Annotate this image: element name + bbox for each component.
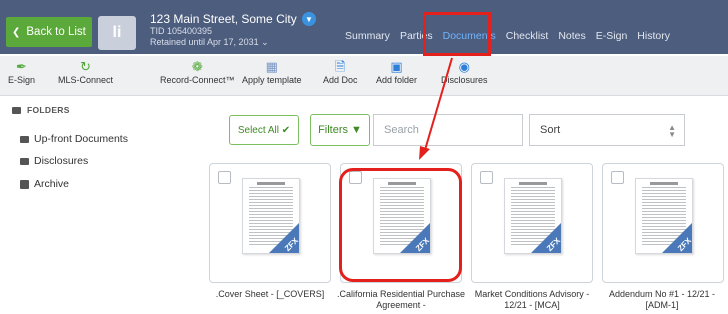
property-info: 123 Main Street, Some City TID 105400395… — [150, 12, 297, 48]
add-doc-icon: 🗎 — [335, 59, 346, 74]
search-input[interactable] — [373, 114, 523, 146]
tab-summary[interactable]: Summary — [340, 29, 395, 43]
back-to-list-label: Back to List — [26, 26, 86, 38]
property-thumbnail-letter: li — [112, 24, 122, 41]
folder-icon — [20, 157, 29, 165]
tab-checklist[interactable]: Checklist — [501, 29, 554, 43]
documents-tab-highlight-box — [423, 12, 491, 56]
record-connect-button[interactable]: ❁ Record-Connect™ — [160, 58, 235, 85]
property-thumbnail: li — [98, 16, 136, 50]
document-title[interactable]: Market Conditions Advisory - 12/21 - [MC… — [467, 289, 597, 311]
tab-history[interactable]: History — [632, 29, 675, 43]
document-card[interactable]: ZFX — [209, 163, 331, 283]
filters-label: Filters — [318, 124, 349, 136]
sidebar-item-label: Archive — [34, 178, 70, 190]
apply-template-label: Apply template — [242, 75, 302, 85]
document-checkbox[interactable] — [480, 171, 493, 184]
archive-icon — [20, 179, 29, 189]
folders-heading: FOLDERS — [12, 105, 70, 115]
grid-icon: ▦ — [265, 59, 278, 74]
folder-icon — [20, 135, 29, 143]
add-folder-icon: ▣ — [390, 59, 403, 74]
tab-bar: Summary Parties Documents Checklist Note… — [340, 29, 675, 43]
document-title[interactable]: .Cover Sheet - [_COVERS] — [205, 289, 335, 300]
mls-connect-button[interactable]: ↻ MLS-Connect — [58, 58, 113, 85]
disclosures-icon: ◉ — [458, 59, 470, 74]
filters-button[interactable]: Filters ▼ — [310, 114, 370, 146]
record-connect-label: Record-Connect™ — [160, 75, 235, 85]
property-address: 123 Main Street, Some City — [150, 12, 297, 26]
record-icon: ❁ — [191, 59, 203, 74]
apply-template-button[interactable]: ▦ Apply template — [242, 58, 302, 85]
sidebar-item-up-front-documents[interactable]: Up-front Documents — [20, 133, 128, 145]
chevron-left-icon: ❮ — [12, 26, 21, 38]
transaction-id: TID 105400395 — [150, 26, 213, 36]
chevron-down-icon[interactable]: ▼ — [302, 12, 316, 26]
back-to-list-button[interactable]: ❮ Back to List — [6, 17, 92, 47]
document-checkbox[interactable] — [218, 171, 231, 184]
document-thumbnail[interactable]: ZFX — [504, 178, 562, 254]
add-doc-button[interactable]: 🗎 Add Doc — [323, 58, 358, 85]
folder-icon — [12, 106, 21, 114]
toolbar: ✒ E-Sign ↻ MLS-Connect ❁ Record-Connect™… — [0, 56, 728, 96]
sidebar-item-label: Disclosures — [34, 155, 89, 167]
document-card[interactable]: ZFX — [602, 163, 724, 283]
link-icon: ↻ — [80, 59, 91, 74]
document-checkbox[interactable] — [611, 171, 624, 184]
pen-icon: ✒ — [16, 59, 27, 74]
folders-heading-label: FOLDERS — [27, 105, 70, 115]
tab-esign[interactable]: E-Sign — [591, 29, 633, 43]
sort-label: Sort — [540, 124, 561, 136]
add-folder-label: Add folder — [376, 75, 418, 85]
folders-sidebar: FOLDERS Up-front Documents Disclosures A… — [0, 97, 200, 314]
mls-connect-label: MLS-Connect — [58, 75, 114, 85]
sidebar-item-archive[interactable]: Archive — [20, 178, 69, 190]
document-highlight-box — [339, 168, 462, 282]
sidebar-item-label: Up-front Documents — [34, 133, 128, 145]
esign-button[interactable]: ✒ E-Sign — [8, 58, 35, 85]
esign-label: E-Sign — [8, 75, 36, 85]
sort-select[interactable]: Sort ▲ ▼ — [529, 114, 685, 146]
disclosures-label: Disclosures — [441, 75, 488, 85]
document-title[interactable]: Addendum No #1 - 12/21 - [ADM-1] — [597, 289, 727, 311]
select-all-label: Select All ✔ — [237, 124, 291, 136]
add-doc-label: Add Doc — [323, 75, 358, 85]
select-all-button[interactable]: Select All ✔ — [229, 115, 299, 145]
funnel-icon: ▼ — [351, 124, 362, 136]
document-thumbnail[interactable]: ZFX — [242, 178, 300, 254]
document-card[interactable]: ZFX — [471, 163, 593, 283]
tab-notes[interactable]: Notes — [553, 29, 590, 43]
disclosures-button[interactable]: ◉ Disclosures — [441, 58, 488, 85]
document-thumbnail[interactable]: ZFX — [635, 178, 693, 254]
add-folder-button[interactable]: ▣ Add folder — [376, 58, 417, 85]
document-title[interactable]: .California Residential Purchase Agreeme… — [336, 289, 466, 311]
sort-arrows-icon: ▲ ▼ — [668, 123, 676, 139]
top-header: ❮ Back to List li 123 Main Street, Some … — [0, 0, 728, 54]
sidebar-item-disclosures[interactable]: Disclosures — [20, 155, 88, 167]
retained-until[interactable]: Retained until Apr 17, 2031 ⌄ — [150, 37, 297, 48]
